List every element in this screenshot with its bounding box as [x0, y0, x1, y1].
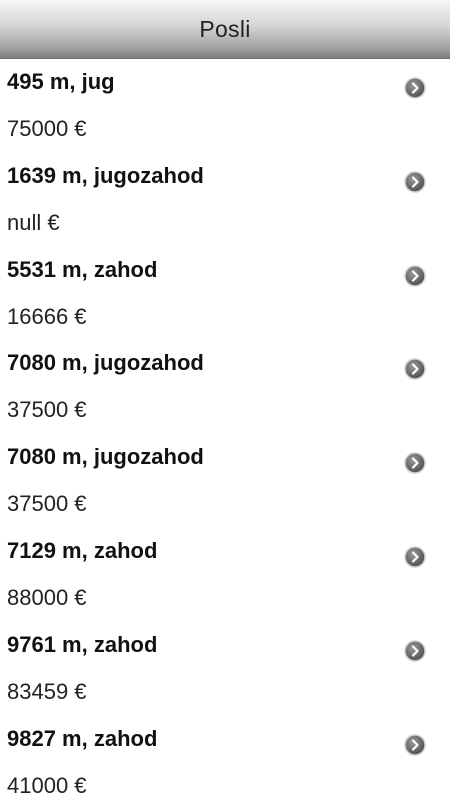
page-title: Posli [199, 15, 251, 42]
item-price: 88000 € [7, 584, 87, 610]
chevron-right-circle-icon[interactable] [404, 171, 426, 193]
list-item[interactable]: 5531 m, zahod 16666 € [0, 247, 450, 341]
item-price: 41000 € [7, 772, 87, 798]
chevron-right-circle-icon[interactable] [404, 452, 426, 474]
item-distance-direction: 7080 m, jugozahod [7, 444, 204, 470]
item-distance-direction: 495 m, jug [7, 69, 115, 94]
list-item[interactable]: 7129 m, zahod 88000 € [0, 528, 450, 622]
list-item[interactable]: 7080 m, jugozahod 37500 € [0, 340, 450, 434]
list-item[interactable]: 495 m, jug 75000 € [0, 59, 450, 153]
list-item[interactable]: 1639 m, jugozahod null € [0, 153, 450, 247]
item-distance-direction: 7129 m, zahod [7, 537, 158, 563]
chevron-right-circle-icon[interactable] [404, 358, 426, 381]
deals-list[interactable]: 495 m, jug 75000 € 1639 m, jugozahod nul… [0, 59, 450, 800]
item-price: 37500 € [7, 397, 87, 423]
item-price: null € [7, 209, 60, 235]
item-distance-direction: 1639 m, jugozahod [7, 162, 204, 188]
chevron-right-circle-icon[interactable] [404, 264, 426, 287]
list-item[interactable]: 9761 m, zahod 83459 € [0, 622, 450, 716]
action-bar: Posli [0, 0, 450, 59]
chevron-right-circle-icon[interactable] [404, 733, 426, 756]
item-distance-direction: 9761 m, zahod [7, 631, 158, 657]
chevron-right-circle-icon[interactable] [404, 77, 426, 99]
item-price: 75000 € [7, 116, 87, 141]
item-price: 83459 € [7, 678, 87, 704]
list-item[interactable]: 9827 m, zahod 41000 € [0, 716, 450, 800]
item-distance-direction: 7080 m, jugozahod [7, 350, 204, 376]
chevron-right-circle-icon[interactable] [404, 546, 426, 568]
item-price: 37500 € [7, 491, 87, 517]
list-item[interactable]: 7080 m, jugozahod 37500 € [0, 434, 450, 528]
item-distance-direction: 5531 m, zahod [7, 256, 158, 282]
item-price: 16666 € [7, 303, 87, 329]
item-distance-direction: 9827 m, zahod [7, 725, 158, 751]
chevron-right-circle-icon[interactable] [404, 640, 426, 662]
